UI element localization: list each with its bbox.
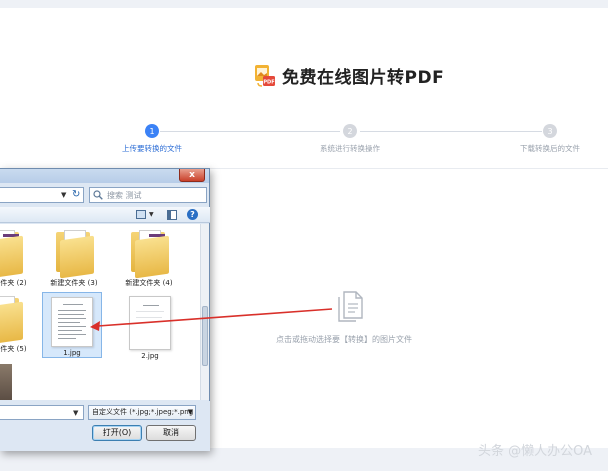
filename-input[interactable]: ▼: [0, 405, 84, 420]
file-type-value: 自定义文件 (*.jpg;*.jpeg;*.png: [92, 408, 194, 416]
chevron-down-icon[interactable]: ▼: [188, 406, 193, 419]
folder-item[interactable]: 新建文件夹 (5): [0, 296, 28, 354]
view-mode-icon[interactable]: [136, 210, 146, 219]
file-item-selected[interactable]: 1.jpg: [42, 292, 102, 358]
file-open-dialog[interactable]: x ▼ ↻ 搜索 测试 ▼ ? 新建文件夹 (2): [0, 168, 210, 451]
upload-hint: 点击或拖动选择要【转换】的图片文件: [276, 335, 412, 344]
cancel-button[interactable]: 取消: [146, 425, 196, 441]
scrollbar[interactable]: [200, 224, 209, 400]
step-number: 2: [343, 124, 357, 138]
address-input[interactable]: ▼ ↻: [0, 187, 84, 203]
refresh-icon[interactable]: ↻: [72, 189, 80, 200]
folder-icon: [0, 230, 23, 279]
page-title: 免费在线图片转PDF: [282, 68, 445, 88]
file-item[interactable]: 2.jpg: [122, 296, 178, 360]
step-label: 上传要转换的文件: [122, 144, 182, 153]
step-convert: 2 系统进行转换操作: [310, 116, 390, 154]
header-card: PDF 免费在线图片转PDF 1 上传要转换的文件 2 系统进行转换操作 3 下…: [0, 8, 608, 168]
step-label: 下载转换后的文件: [520, 144, 580, 153]
photo-thumbnail[interactable]: [0, 364, 12, 400]
folder-item[interactable]: 新建文件夹 (4): [116, 230, 182, 288]
step-upload: 1 上传要转换的文件: [112, 116, 192, 154]
chevron-down-icon[interactable]: ▼: [61, 191, 66, 199]
image-thumbnail: [129, 296, 171, 350]
folder-icon: [54, 230, 94, 279]
step-label: 系统进行转换操作: [320, 144, 380, 153]
step-number: 1: [145, 124, 159, 138]
open-button[interactable]: 打开(O): [92, 425, 142, 441]
search-input[interactable]: 搜索 测试: [89, 187, 207, 203]
progress-steps: 1 上传要转换的文件 2 系统进行转换操作 3 下载转换后的文件: [0, 116, 608, 156]
brand: PDF 免费在线图片转PDF: [254, 63, 444, 88]
search-icon: [93, 190, 103, 200]
dialog-toolbar: ▼ ?: [0, 207, 210, 223]
folder-item[interactable]: 新建文件夹 (2): [0, 230, 28, 288]
search-placeholder: 搜索 测试: [107, 191, 142, 200]
file-list[interactable]: 新建文件夹 (2) 新建文件夹 (3) 新建文件夹 (4) 新建文件夹 (5): [0, 224, 200, 400]
step-number: 3: [543, 124, 557, 138]
svg-text:PDF: PDF: [263, 79, 274, 85]
close-button[interactable]: x: [179, 169, 205, 182]
folder-icon: [129, 230, 169, 279]
step-download: 3 下载转换后的文件: [510, 116, 590, 154]
image-thumbnail: [51, 297, 93, 347]
scrollbar-thumb[interactable]: [202, 306, 208, 366]
image-to-pdf-icon: PDF: [254, 64, 276, 88]
dialog-titlebar[interactable]: [0, 169, 209, 183]
help-icon[interactable]: ?: [187, 209, 198, 220]
document-icon[interactable]: [336, 290, 364, 322]
address-bar: ▼ ↻ 搜索 测试: [0, 187, 210, 205]
chevron-down-icon[interactable]: ▼: [73, 409, 78, 417]
dialog-footer: ▼ 自定义文件 (*.jpg;*.jpeg;*.png ▼ 打开(O) 取消: [0, 401, 210, 451]
chevron-down-icon[interactable]: ▼: [149, 211, 154, 218]
watermark: 头条 @懒人办公OA: [478, 444, 593, 459]
folder-item[interactable]: 新建文件夹 (3): [44, 230, 104, 288]
file-type-select[interactable]: 自定义文件 (*.jpg;*.jpeg;*.png ▼: [88, 405, 196, 420]
preview-pane-icon[interactable]: [167, 210, 177, 220]
folder-icon: [0, 296, 23, 345]
